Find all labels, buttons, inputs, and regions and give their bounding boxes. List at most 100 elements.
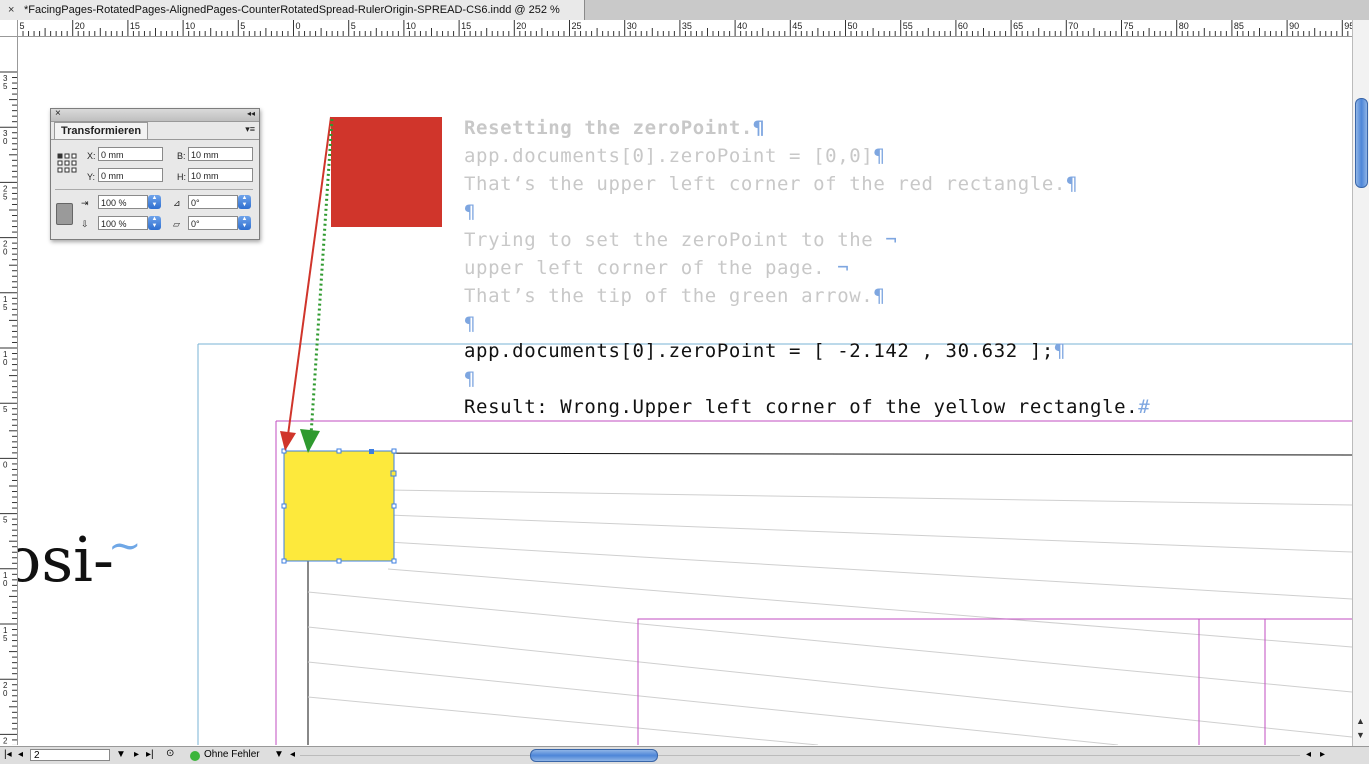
ruler-label: 20 — [75, 21, 85, 31]
horizontal-ruler[interactable]: 5 20 15 10 5 0 5 10 15 20 25 30 35 40 45 50 55 60 65 70 75 80… — [18, 20, 1352, 37]
scale-x-stepper[interactable]: ▲ ▼ — [148, 195, 161, 209]
status-bar: |◂ ◂ 2 ▼ ▸ ▸| ⊙ Ohne Fehler ▼ ◂ ◂ ▸ — [0, 746, 1369, 764]
green-arrow-shaft — [309, 118, 334, 436]
page-number-field[interactable]: 2 — [30, 749, 110, 761]
text-line-1[interactable]: Resetting the zeroPoint.¶ — [464, 117, 765, 139]
ruler-label: 0 — [3, 137, 8, 146]
scale-x-icon: ⇥ — [81, 198, 89, 208]
frame-options-handle[interactable] — [369, 449, 374, 454]
w-label: B: — [177, 151, 186, 161]
ruler-label: 0 — [296, 21, 301, 31]
shear-stepper[interactable]: ▲ ▼ — [238, 216, 251, 230]
ruler-label: 80 — [1179, 21, 1189, 31]
preflight-menu-icon[interactable]: ▼ — [274, 749, 284, 760]
panel-titlebar[interactable]: × ◂◂ — [51, 108, 259, 122]
ruler-label: 60 — [958, 21, 968, 31]
y-label: Y: — [87, 172, 96, 182]
hyphenation-mark: ~ — [107, 523, 142, 569]
ruler-label: 0 — [3, 579, 8, 588]
text-line-11[interactable]: Result: Wrong.Upper left corner of the y… — [464, 396, 1150, 418]
ruler-label: 5 — [3, 192, 8, 201]
ruler-label: 15 — [461, 21, 471, 31]
scale-y-stepper[interactable]: ▲ ▼ — [148, 216, 161, 230]
panel-menu-icon[interactable]: ▾≡ — [245, 124, 255, 135]
ruler-label: 70 — [1068, 21, 1078, 31]
rotate-field[interactable]: 0° — [188, 195, 238, 209]
page-edge-top — [307, 452, 1352, 456]
panel-close-icon[interactable]: × — [55, 108, 61, 119]
document-tab[interactable]: × *FacingPages-RotatedPages-AlignedPages… — [0, 0, 585, 20]
corner-options-handle[interactable] — [390, 470, 397, 477]
ruler-label: 5 — [20, 21, 25, 31]
ruler-label: 5 — [3, 516, 8, 525]
rotate-stepper[interactable]: ▲ ▼ — [238, 195, 251, 209]
vertical-ruler[interactable]: 35302520151050510152025 — [0, 37, 18, 745]
scroll-left-arrow-icon[interactable]: ◂ — [1306, 749, 1311, 760]
vertical-scroll-thumb[interactable] — [1355, 98, 1368, 188]
preflight-status-icon — [190, 751, 200, 761]
preflight-label[interactable]: Ohne Fehler — [204, 749, 260, 760]
ruler-label: 0 — [3, 689, 8, 698]
transform-panel[interactable]: × ◂◂ Transformieren ▾≡ X: 0 mm B: 10 mm … — [50, 108, 260, 240]
document-tab-bar: × *FacingPages-RotatedPages-AlignedPages… — [0, 0, 1369, 21]
text-line-3[interactable]: That‘s the upper left corner of the red … — [464, 173, 1078, 195]
red-arrow-shaft — [287, 116, 332, 436]
ruler-label: 20 — [516, 21, 526, 31]
green-arrow-head — [300, 429, 320, 453]
panel-tab-divider — [51, 139, 259, 140]
yellow-rectangle[interactable] — [283, 450, 395, 562]
scale-x-field[interactable]: 100 % — [98, 195, 148, 209]
horizontal-scroll-thumb[interactable] — [530, 749, 658, 762]
page-menu-icon[interactable]: ▼ — [116, 749, 126, 760]
text-line-5[interactable]: Trying to set the zeroPoint to the ¬ — [464, 229, 897, 251]
x-field[interactable]: 0 mm — [98, 147, 163, 161]
width-field[interactable]: 10 mm — [188, 147, 253, 161]
tab-transformieren[interactable]: Transformieren — [54, 122, 149, 139]
ruler-origin-corner[interactable] — [0, 20, 18, 37]
prev-page-icon[interactable]: ◂ — [18, 749, 23, 760]
ruler-label: 45 — [792, 21, 802, 31]
ruler-label: 40 — [737, 21, 747, 31]
text-line-2[interactable]: app.documents[0].zeroPoint = [0,0]¶ — [464, 145, 885, 167]
text-line-10[interactable]: ¶ — [464, 368, 476, 390]
h-label: H: — [177, 172, 186, 182]
shear-field[interactable]: 0° — [188, 216, 238, 230]
constrain-proportions-icon[interactable] — [56, 203, 73, 225]
panel-collapse-icon[interactable]: ◂◂ — [247, 109, 255, 118]
text-line-4[interactable]: ¶ — [464, 201, 476, 223]
ruler-label: 35 — [682, 21, 692, 31]
ruler-label: 15 — [130, 21, 140, 31]
text-line-7[interactable]: That’s the tip of the green arrow.¶ — [464, 285, 885, 307]
text-line-9[interactable]: app.documents[0].zeroPoint = [ -2.142 , … — [464, 340, 1066, 362]
red-rectangle[interactable] — [331, 117, 442, 227]
scroll-down-icon[interactable]: ▼ — [1356, 730, 1365, 740]
next-page-icon[interactable]: ▸ — [134, 749, 139, 760]
open-page-icon[interactable]: ⊙ — [166, 748, 174, 759]
scroll-left-icon[interactable]: ◂ — [290, 749, 295, 760]
reference-point-icon[interactable] — [57, 153, 77, 173]
scroll-right-arrow-icon[interactable]: ▸ — [1320, 749, 1325, 760]
scale-y-field[interactable]: 100 % — [98, 216, 148, 230]
vertical-scrollbar[interactable]: ▲ ▼ — [1352, 20, 1369, 746]
ruler-label: 0 — [3, 248, 8, 257]
last-page-icon[interactable]: ▸| — [146, 749, 154, 760]
height-field[interactable]: 10 mm — [188, 168, 253, 182]
panel-divider — [55, 189, 253, 190]
horizontal-scroll-track[interactable] — [300, 755, 1300, 756]
ruler-label: 95 — [1344, 21, 1352, 31]
text-line-8[interactable]: ¶ — [464, 313, 476, 335]
document-title: *FacingPages-RotatedPages-AlignedPages-C… — [24, 4, 560, 16]
close-tab-icon[interactable]: × — [8, 0, 14, 20]
y-field[interactable]: 0 mm — [98, 168, 163, 182]
rotate-icon: ⊿ — [173, 198, 181, 208]
ruler-label: 90 — [1289, 21, 1299, 31]
ruler-label: 5 — [3, 82, 8, 91]
scroll-up-icon[interactable]: ▲ — [1356, 716, 1365, 726]
page-text-fragment[interactable]: osi-~ — [18, 523, 147, 603]
ruler-label: 0 — [3, 460, 8, 469]
scale-y-icon: ⇩ — [81, 219, 89, 229]
ruler-label: 0 — [3, 358, 8, 367]
first-page-icon[interactable]: |◂ — [4, 749, 12, 760]
text-line-6[interactable]: upper left corner of the page. ¬ — [464, 257, 849, 279]
ruler-label: 50 — [848, 21, 858, 31]
